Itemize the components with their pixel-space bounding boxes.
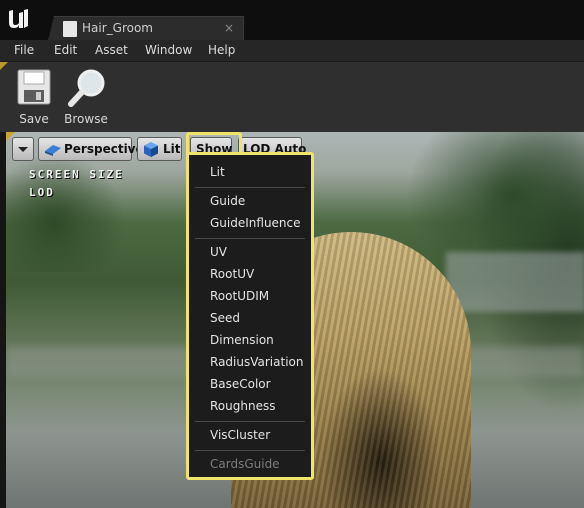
menu-item-root-uv[interactable]: RootUV <box>210 267 254 281</box>
background-building <box>446 252 584 312</box>
menu-separator <box>195 421 305 422</box>
menu-asset[interactable]: Asset <box>95 43 128 57</box>
overlay-screen-size: SCREEN SIZE <box>29 168 124 181</box>
tab-title: Hair_Groom <box>82 21 153 35</box>
save-button[interactable]: Save <box>12 68 56 126</box>
menu-item-dimension[interactable]: Dimension <box>210 333 274 347</box>
menu-separator <box>195 187 305 188</box>
menu-item-lit[interactable]: Lit <box>210 165 225 179</box>
browse-button[interactable]: Browse <box>64 68 108 126</box>
menu-help[interactable]: Help <box>208 43 235 57</box>
menu-separator <box>195 238 305 239</box>
perspective-button[interactable]: Perspective <box>38 137 144 161</box>
menu-file[interactable]: File <box>14 43 34 57</box>
toolbar: Save Browse <box>0 61 584 132</box>
browse-label: Browse <box>64 112 108 126</box>
menu-item-cards-guide[interactable]: CardsGuide <box>210 457 280 471</box>
menu-separator <box>195 450 305 451</box>
menu-item-guide-influence[interactable]: GuideInfluence <box>210 216 301 230</box>
show-dropdown-menu: Lit Guide GuideInfluence UV RootUV RootU… <box>186 152 314 480</box>
title-bar: Hair_Groom × <box>0 0 584 41</box>
chevron-down-icon <box>18 147 28 152</box>
groom-asset-icon <box>63 21 77 37</box>
save-label: Save <box>19 112 49 126</box>
toolbar-corner-mark <box>0 62 8 70</box>
menu-edit[interactable]: Edit <box>54 43 77 57</box>
menu-item-vis-cluster[interactable]: VisCluster <box>210 428 270 442</box>
perspective-label: Perspective <box>64 142 144 156</box>
unreal-engine-logo-icon <box>9 9 28 28</box>
menu-item-base-color[interactable]: BaseColor <box>210 377 271 391</box>
menu-item-guide[interactable]: Guide <box>210 194 245 208</box>
magnifier-icon <box>68 69 105 107</box>
lit-label: Lit <box>163 142 181 156</box>
menu-window[interactable]: Window <box>145 43 192 57</box>
menu-item-seed[interactable]: Seed <box>210 311 240 325</box>
overlay-lod: LOD <box>29 186 55 199</box>
close-tab-icon[interactable]: × <box>224 21 234 35</box>
asset-tab-hair-groom[interactable]: Hair_Groom × <box>48 16 244 41</box>
menu-item-uv[interactable]: UV <box>210 245 227 259</box>
lit-cube-icon <box>144 142 158 157</box>
menu-item-radius-variation[interactable]: RadiusVariation <box>210 355 303 369</box>
perspective-icon <box>45 145 61 156</box>
menu-bar: File Edit Asset Window Help <box>0 40 584 61</box>
view-mode-lit-button[interactable]: Lit <box>137 137 182 161</box>
save-icon <box>17 69 51 105</box>
menu-item-root-udim[interactable]: RootUDIM <box>210 289 269 303</box>
viewport-options-button[interactable] <box>12 137 34 161</box>
menu-item-roughness[interactable]: Roughness <box>210 399 275 413</box>
viewport[interactable]: Perspective Lit Show LOD Auto SCREEN SIZ… <box>6 132 584 508</box>
